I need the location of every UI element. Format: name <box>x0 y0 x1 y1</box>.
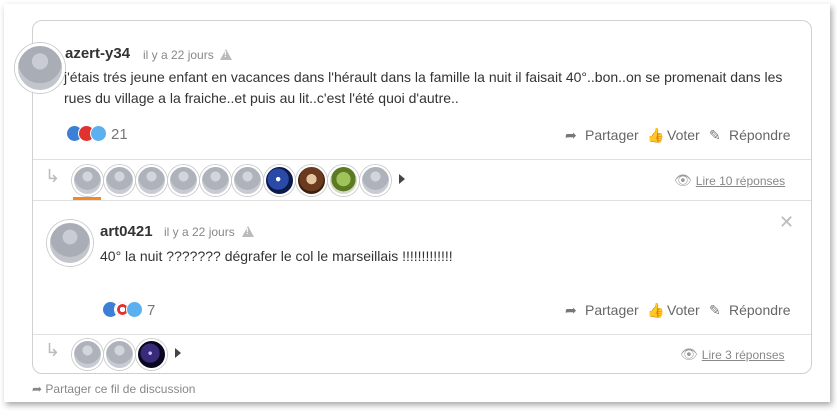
divider <box>33 159 811 160</box>
reaction-icons[interactable] <box>66 125 111 142</box>
thumbs-up-icon: 👍 <box>647 302 665 318</box>
diamond-reaction-icon <box>90 125 107 142</box>
comment-text: 40° la nuit ??????? dégrafer le col le m… <box>100 248 453 264</box>
reply-avatar[interactable] <box>136 165 167 196</box>
reply-avatar[interactable] <box>328 165 359 196</box>
comment-time: il y a 22 jours <box>164 225 235 239</box>
reaction-count: 7 <box>147 302 156 319</box>
share-icon: ➦ <box>565 302 577 318</box>
divider <box>33 334 811 335</box>
reply-arrow-icon: ↳ <box>45 166 61 186</box>
eye-icon: 👁 <box>674 172 692 188</box>
chevron-right-icon[interactable] <box>399 174 405 184</box>
close-icon[interactable]: ✕ <box>779 212 794 233</box>
reply-avatar[interactable] <box>360 165 391 196</box>
reply-avatar[interactable] <box>168 165 199 196</box>
avatar[interactable] <box>47 220 93 266</box>
comment-thread: azert-y34 il y a 22 jours j'étais trés j… <box>15 20 812 374</box>
reply-icon: ✎ <box>709 127 721 143</box>
share-icon: ➦ <box>32 382 43 396</box>
warning-icon[interactable] <box>220 49 232 60</box>
reply-avatar[interactable] <box>72 339 103 370</box>
warning-icon[interactable] <box>242 226 254 237</box>
chevron-right-icon[interactable] <box>175 348 181 358</box>
read-replies-link[interactable]: 👁 Lire 3 réponses <box>680 346 785 363</box>
share-icon: ➦ <box>565 127 577 143</box>
comment-time: il y a 22 jours <box>143 48 214 62</box>
reply-avatar[interactable] <box>136 339 167 370</box>
comment-text: j'étais trés jeune enfant en vacances da… <box>64 69 783 106</box>
eye-icon: 👁 <box>680 346 698 362</box>
reply-avatar[interactable] <box>296 165 327 196</box>
reply-arrow-icon: ↳ <box>45 340 61 360</box>
reaction-icons[interactable] <box>102 301 147 318</box>
reply-avatar[interactable] <box>264 165 295 196</box>
share-thread-link[interactable]: ➦ Partager ce fil de discussion <box>32 382 195 396</box>
reply-icon: ✎ <box>709 302 721 318</box>
reply-avatar[interactable] <box>104 165 135 196</box>
read-replies-link[interactable]: 👁 Lire 10 réponses <box>674 172 785 189</box>
reaction-count: 21 <box>111 126 128 143</box>
diamond-reaction-icon <box>126 301 143 318</box>
reply-avatar[interactable] <box>104 339 135 370</box>
reply-avatar[interactable] <box>72 165 103 196</box>
avatar[interactable] <box>15 43 65 93</box>
comment-username[interactable]: art0421 <box>100 223 153 240</box>
reply-avatar[interactable] <box>232 165 263 196</box>
reply-avatar[interactable] <box>200 165 231 196</box>
thumbs-up-icon: 👍 <box>647 127 665 143</box>
comment-username[interactable]: azert-y34 <box>65 45 130 62</box>
divider <box>33 200 811 201</box>
